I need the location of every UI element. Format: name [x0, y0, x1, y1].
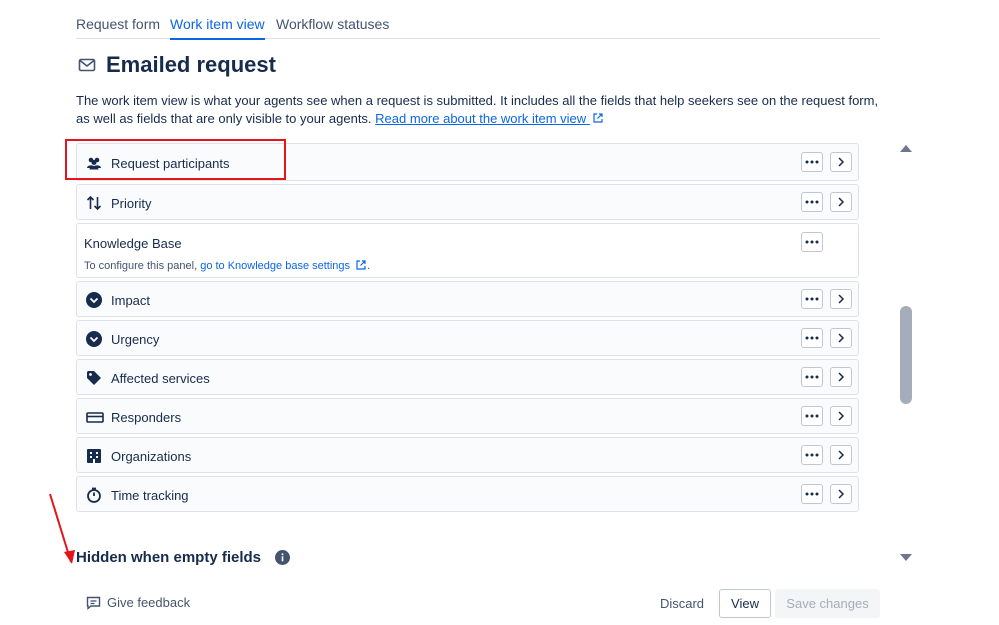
discard-button[interactable]: Discard — [650, 589, 714, 617]
expand-button[interactable] — [830, 152, 852, 172]
scrollbar-thumb[interactable] — [900, 306, 912, 404]
external-link-icon — [356, 260, 366, 270]
chevron-right-icon — [838, 333, 845, 343]
knowledge-base-hint: To configure this panel, go to Knowledge… — [84, 260, 371, 272]
more-actions-button[interactable] — [801, 406, 823, 426]
chevron-right-icon — [838, 450, 845, 460]
info-icon[interactable] — [275, 550, 291, 565]
more-icon — [805, 240, 819, 244]
field-label: Priority — [111, 196, 152, 211]
field-row-affected-services[interactable]: Affected services — [76, 359, 859, 395]
expand-button[interactable] — [830, 367, 852, 387]
field-row-responders[interactable]: Responders — [76, 398, 859, 434]
chevron-right-icon — [838, 372, 845, 382]
more-icon — [805, 453, 819, 457]
hidden-when-empty-heading: Hidden when empty fields — [76, 549, 291, 566]
more-icon — [805, 414, 819, 418]
chevron-right-icon — [838, 411, 845, 421]
field-label: Organizations — [111, 449, 192, 464]
save-changes-button[interactable]: Save changes — [775, 589, 880, 618]
responders-icon — [86, 412, 104, 423]
field-label: Knowledge Base — [84, 236, 182, 251]
field-row-request-participants[interactable]: Request participants — [76, 143, 859, 181]
knowledge-base-settings-link[interactable]: go to Knowledge base settings — [200, 260, 367, 272]
field-row-impact[interactable]: Impact — [76, 281, 859, 317]
field-row-organizations[interactable]: Organizations — [76, 437, 859, 473]
building-icon — [87, 449, 101, 463]
expand-button[interactable] — [830, 192, 852, 212]
view-button[interactable]: View — [719, 589, 771, 618]
chevron-right-icon — [838, 294, 845, 304]
chevron-circle-icon — [86, 331, 102, 347]
priority-arrows-icon — [86, 195, 102, 211]
tab-work-item-view[interactable]: Work item view — [170, 16, 265, 40]
field-row-knowledge-base[interactable]: Knowledge Base To configure this panel, … — [76, 223, 859, 278]
mail-icon — [78, 58, 96, 72]
chevron-right-icon — [838, 157, 845, 167]
expand-button[interactable] — [830, 484, 852, 504]
more-actions-button[interactable] — [801, 289, 823, 309]
scroll-up-arrow-icon[interactable] — [899, 143, 913, 153]
give-feedback-button[interactable]: Give feedback — [86, 595, 190, 610]
tab-workflow-statuses[interactable]: Workflow statuses — [276, 16, 389, 38]
tab-bar: Request form Work item view Workflow sta… — [76, 0, 880, 40]
more-icon — [805, 336, 819, 340]
more-actions-button[interactable] — [801, 484, 823, 504]
chevron-right-icon — [838, 489, 845, 499]
more-actions-button[interactable] — [801, 328, 823, 348]
people-icon — [87, 157, 101, 170]
stopwatch-icon — [87, 487, 101, 503]
tab-request-form[interactable]: Request form — [76, 16, 160, 38]
expand-button[interactable] — [830, 445, 852, 465]
field-label: Time tracking — [111, 488, 189, 503]
field-row-time-tracking[interactable]: Time tracking — [76, 476, 859, 512]
page-title: Emailed request — [106, 52, 276, 77]
expand-button[interactable] — [830, 406, 852, 426]
field-label: Urgency — [111, 332, 160, 347]
field-row-priority[interactable]: Priority — [76, 184, 859, 220]
more-actions-button[interactable] — [801, 367, 823, 387]
more-actions-button[interactable] — [801, 152, 823, 172]
field-label: Request participants — [111, 156, 230, 171]
page-description: The work item view is what your agents s… — [76, 92, 886, 128]
more-icon — [805, 200, 819, 204]
work-item-view-page: Request form Work item view Workflow sta… — [0, 0, 999, 625]
read-more-link[interactable]: Read more about the work item view — [375, 111, 604, 126]
chevron-right-icon — [838, 197, 845, 207]
more-icon — [805, 297, 819, 301]
more-icon — [805, 492, 819, 496]
more-icon — [805, 160, 819, 164]
chevron-circle-icon — [86, 292, 102, 308]
more-actions-button[interactable] — [801, 232, 823, 252]
field-label: Affected services — [111, 371, 210, 386]
more-icon — [805, 375, 819, 379]
field-row-urgency[interactable]: Urgency — [76, 320, 859, 356]
external-link-icon — [593, 113, 603, 123]
more-actions-button[interactable] — [801, 192, 823, 212]
expand-button[interactable] — [830, 328, 852, 348]
more-actions-button[interactable] — [801, 445, 823, 465]
field-label: Responders — [111, 410, 182, 425]
page-header: Emailed request — [78, 52, 276, 78]
tag-icon — [87, 371, 101, 385]
feedback-icon — [86, 596, 101, 610]
scroll-down-arrow-icon[interactable] — [899, 553, 913, 563]
field-label: Impact — [111, 293, 151, 308]
field-list[interactable]: Request participants Priority Knowledge … — [76, 140, 862, 516]
expand-button[interactable] — [830, 289, 852, 309]
